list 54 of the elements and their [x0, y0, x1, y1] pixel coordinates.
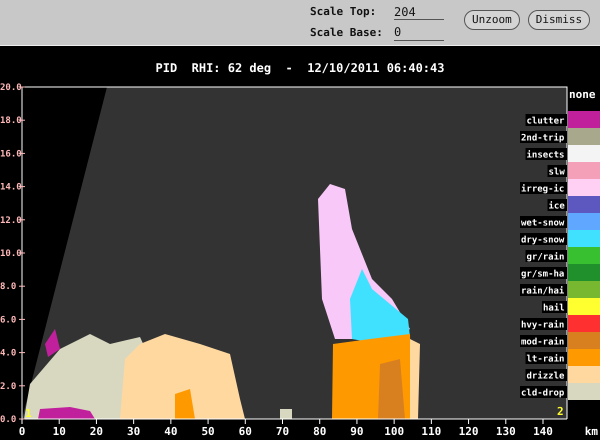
legend-label: ice: [548, 199, 567, 212]
y-axis-label: 20.0: [0, 83, 22, 93]
toolbar-button[interactable]: Unzoom: [464, 10, 520, 30]
x-axis-label: 10: [52, 425, 66, 438]
x-axis-label: 70: [276, 425, 290, 438]
scale-input[interactable]: 204: [394, 4, 444, 20]
legend-header: none: [569, 88, 596, 101]
legend-label: insects: [526, 148, 567, 160]
x-axis-label: 60: [238, 425, 252, 438]
plot-title: PID RHI: 62 deg - 12/10/2011 06:40:43: [156, 61, 444, 75]
x-axis-label: 40: [164, 425, 178, 438]
legend-label: slw: [548, 165, 567, 178]
x-axis-label: 130: [496, 425, 516, 438]
y-axis-label: 10.0: [0, 249, 22, 259]
x-axis-label: 90: [350, 425, 364, 438]
legend-label: drizzle: [526, 369, 567, 382]
legend-label: mod-rain: [520, 335, 567, 348]
legend-label: dry-snow: [520, 233, 567, 246]
legend-label: hvy-rain: [520, 318, 567, 330]
field-label: Scale Base:: [310, 24, 384, 40]
x-axis-label: 0: [18, 425, 26, 438]
legend-label: gr/sm-ha: [520, 267, 567, 280]
legend-label: wet-snow: [520, 216, 567, 228]
field-label: Scale Top:: [310, 4, 378, 20]
legend-label: hail: [542, 301, 567, 314]
y-axis-label: 8.0: [0, 282, 16, 292]
y-axis-label: 16.0: [0, 149, 22, 160]
y-axis-label: 4.0: [0, 348, 16, 359]
marker-label: 2: [557, 405, 564, 418]
axis-unit: km: [584, 425, 598, 438]
y-axis-label: 12.0: [0, 216, 22, 226]
x-axis-label: 110: [421, 425, 442, 438]
y-axis-label: 2.0: [0, 382, 16, 392]
legend-label: 2nd-trip: [520, 131, 567, 144]
x-axis-label: 120: [458, 425, 478, 438]
x-axis-label: 30: [127, 425, 140, 438]
y-axis-label: 14.0: [0, 182, 22, 193]
x-axis-label: 80: [313, 425, 326, 438]
x-axis-label: 140: [533, 425, 553, 438]
x-axis-label: 100: [384, 425, 404, 438]
legend-label: clutter: [526, 114, 567, 126]
x-axis-label: 50: [201, 425, 215, 438]
x-axis-label: 20: [90, 425, 104, 438]
y-axis-label: 0.0: [0, 415, 16, 425]
y-axis-label: 18.0: [0, 116, 22, 126]
scale-input[interactable]: 0: [394, 24, 444, 41]
legend-label: cld-drop: [520, 386, 567, 398]
legend-label: irreg-ic: [520, 182, 567, 194]
toolbar-button[interactable]: Dismiss: [528, 10, 590, 30]
y-axis-label: 6.0: [0, 315, 16, 326]
legend-label: rain/hai: [520, 284, 567, 296]
marker-label: 1: [25, 407, 32, 420]
legend-label: gr/rain: [526, 250, 567, 262]
legend-label: lt-rain: [526, 352, 567, 364]
